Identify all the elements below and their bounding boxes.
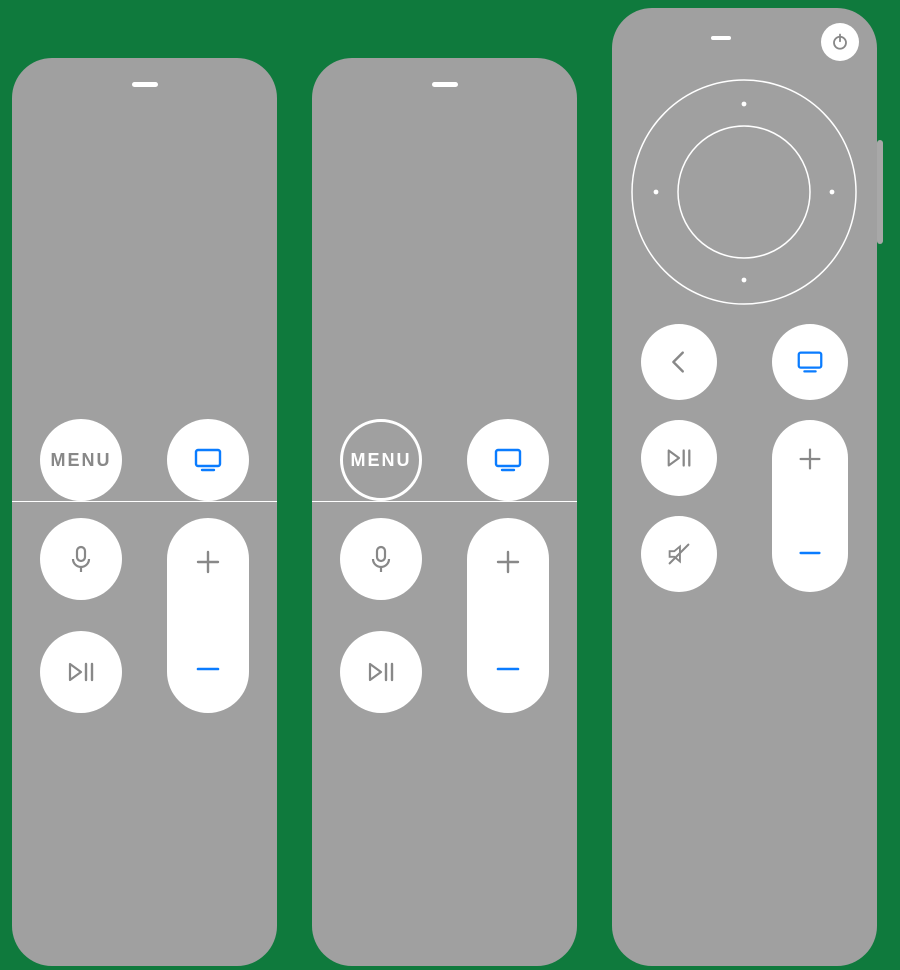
play-pause-icon bbox=[364, 656, 398, 688]
remote-apple-tv-1st-gen: MENU bbox=[312, 58, 577, 966]
menu-button[interactable]: MENU bbox=[340, 419, 422, 501]
ir-slit bbox=[432, 82, 458, 87]
diagram-stage: MENU MENU bbox=[0, 0, 900, 970]
back-icon bbox=[664, 346, 694, 378]
siri-side-button[interactable] bbox=[877, 140, 883, 244]
power-button[interactable] bbox=[821, 23, 859, 61]
tv-icon bbox=[795, 347, 825, 377]
microphone-icon bbox=[365, 543, 397, 575]
play-pause-button[interactable] bbox=[340, 631, 422, 713]
ir-slit bbox=[711, 36, 731, 40]
minus-icon bbox=[492, 653, 524, 685]
clickpad-icon[interactable] bbox=[628, 76, 860, 308]
play-pause-button[interactable] bbox=[641, 420, 717, 496]
mute-button[interactable] bbox=[641, 516, 717, 592]
plus-icon bbox=[492, 546, 524, 578]
play-pause-icon bbox=[64, 656, 98, 688]
siri-button[interactable] bbox=[40, 518, 122, 600]
tv-button[interactable] bbox=[772, 324, 848, 400]
back-button[interactable] bbox=[641, 324, 717, 400]
touch-surface-divider bbox=[312, 501, 577, 502]
menu-label: MENU bbox=[351, 450, 412, 471]
mute-icon bbox=[664, 539, 694, 569]
menu-label: MENU bbox=[51, 450, 112, 471]
minus-icon bbox=[192, 653, 224, 685]
plus-icon bbox=[192, 546, 224, 578]
siri-button[interactable] bbox=[340, 518, 422, 600]
tv-icon bbox=[192, 444, 224, 476]
tv-button[interactable] bbox=[467, 419, 549, 501]
remote-siri-2nd-gen bbox=[612, 8, 877, 966]
play-pause-icon bbox=[663, 443, 695, 473]
minus-icon bbox=[795, 538, 825, 568]
volume-rocker[interactable] bbox=[772, 420, 848, 592]
tv-icon bbox=[492, 444, 524, 476]
tv-button[interactable] bbox=[167, 419, 249, 501]
remote-siri-1st-gen: MENU bbox=[12, 58, 277, 966]
ir-slit bbox=[132, 82, 158, 87]
power-icon bbox=[828, 30, 852, 54]
menu-button[interactable]: MENU bbox=[40, 419, 122, 501]
plus-icon bbox=[795, 444, 825, 474]
volume-rocker[interactable] bbox=[167, 518, 249, 713]
play-pause-button[interactable] bbox=[40, 631, 122, 713]
touch-surface-divider bbox=[12, 501, 277, 502]
volume-rocker[interactable] bbox=[467, 518, 549, 713]
microphone-icon bbox=[65, 543, 97, 575]
